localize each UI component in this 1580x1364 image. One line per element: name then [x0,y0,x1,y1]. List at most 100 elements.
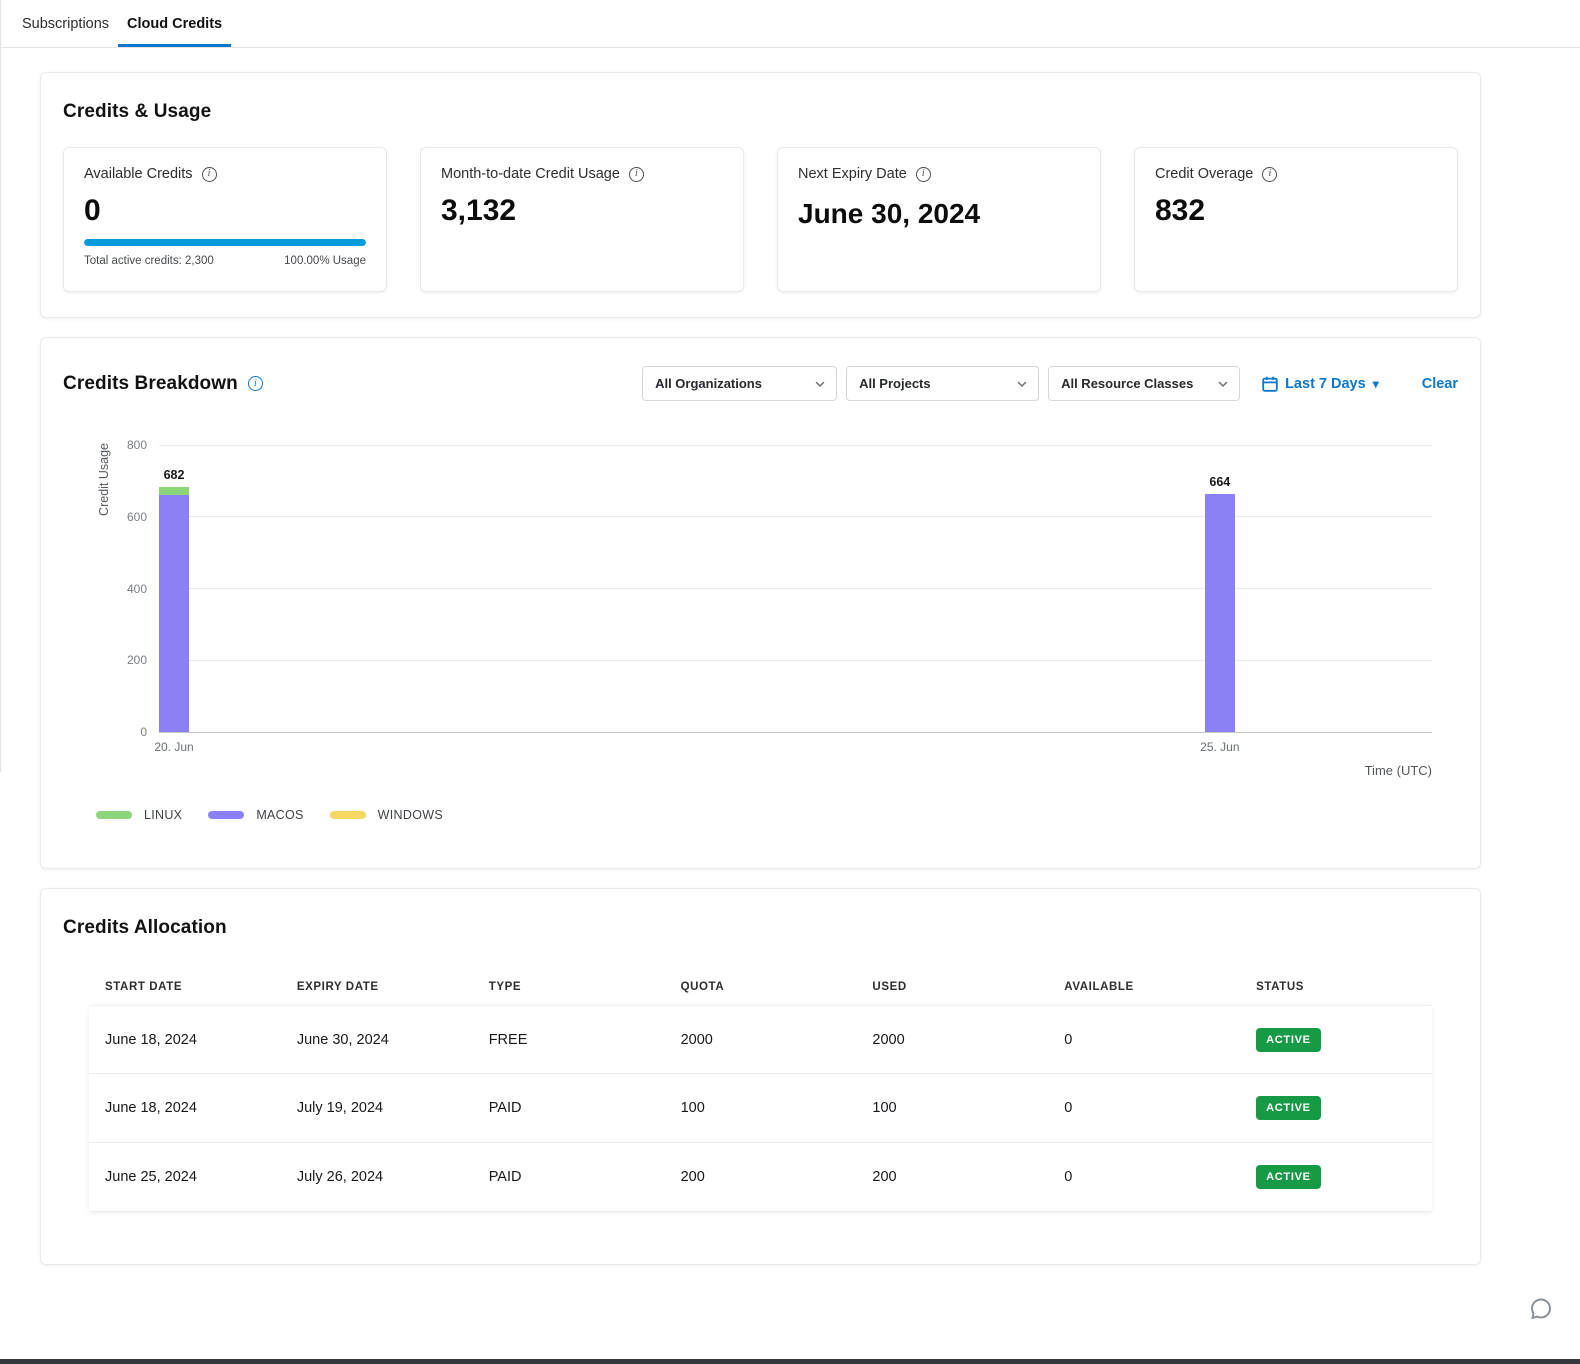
date-range-value: Last 7 Days [1285,376,1366,392]
cell-quota: 200 [665,1169,857,1185]
table-row: June 18, 2024 June 30, 2024 FREE 2000 20… [89,1005,1432,1074]
status-badge: ACTIVE [1256,1028,1321,1052]
chart-legend: LINUX MACOS WINDOWS [96,808,1458,822]
available-credits-card: Available Credits 0 Total active credits… [63,147,387,292]
credit-usage-chart: Credit Usage 0200400600800682664 20. Jun… [159,445,1432,778]
gridline [159,516,1432,517]
table-row: June 25, 2024 July 26, 2024 PAID 200 200… [89,1143,1432,1212]
status-badge: ACTIVE [1256,1096,1321,1120]
cell-available: 0 [1048,1100,1240,1116]
mtd-usage-card: Month-to-date Credit Usage 3,132 [420,147,744,292]
chart-y-axis-label: Credit Usage [97,443,111,516]
table-row: June 18, 2024 July 19, 2024 PAID 100 100… [89,1074,1432,1143]
tab-subscriptions[interactable]: Subscriptions [13,0,118,47]
info-icon[interactable] [1262,167,1277,182]
caret-down-icon: ▾ [1373,378,1379,390]
chart-x-axis: 20. Jun25. Jun [159,733,1432,753]
y-tick-label: 800 [127,438,147,452]
bar-segment-linux [159,487,189,495]
breakdown-filters: All Organizations All Projects All Resou… [642,366,1458,401]
total-active-credits-text: Total active credits: 2,300 [84,255,214,267]
info-icon[interactable] [916,167,931,182]
tab-cloud-credits[interactable]: Cloud Credits [118,0,231,47]
allocation-table-header: START DATE EXPIRY DATE TYPE QUOTA USED A… [89,969,1432,1005]
legend-item-linux[interactable]: LINUX [96,808,182,822]
organizations-filter[interactable]: All Organizations [642,366,837,401]
cell-used: 200 [856,1169,1048,1185]
mtd-usage-value: 3,132 [441,194,723,228]
cell-quota: 100 [665,1100,857,1116]
bottom-bar [0,1359,1580,1364]
macos-color-swatch [208,811,244,819]
usage-percent-text: 100.00% Usage [284,255,366,267]
clear-filters-link[interactable]: Clear [1422,376,1458,392]
cell-quota: 2000 [665,1032,857,1048]
info-icon[interactable] [629,167,644,182]
credits-usage-card: Credits & Usage Available Credits 0 Tota… [40,72,1481,318]
allocation-table: START DATE EXPIRY DATE TYPE QUOTA USED A… [89,969,1432,1212]
credits-progress-fill [84,239,366,246]
bar-segment-macos [159,495,189,732]
projects-filter-value: All Projects [859,376,931,391]
credit-overage-card: Credit Overage 832 [1134,147,1458,292]
chart-x-axis-label: Time (UTC) [159,763,1432,778]
next-expiry-card: Next Expiry Date June 30, 2024 [777,147,1101,292]
windows-color-swatch [330,811,366,819]
bar-total-label: 682 [164,468,185,482]
resource-classes-filter-value: All Resource Classes [1061,376,1193,391]
cell-expiry-date: July 26, 2024 [281,1169,473,1185]
allocation-table-body: June 18, 2024 June 30, 2024 FREE 2000 20… [89,1005,1432,1212]
organizations-filter-value: All Organizations [655,376,762,391]
cell-expiry-date: June 30, 2024 [281,1032,473,1048]
mtd-usage-label: Month-to-date Credit Usage [441,166,620,182]
info-icon[interactable] [248,376,263,391]
resource-classes-filter[interactable]: All Resource Classes [1048,366,1240,401]
credits-allocation-title: Credits Allocation [63,917,1458,939]
column-available: AVAILABLE [1048,969,1240,1005]
credits-breakdown-title: Credits Breakdown [63,373,238,395]
available-credits-value: 0 [84,194,366,228]
status-badge: ACTIVE [1256,1165,1321,1189]
chart-bar[interactable]: 664 [1205,494,1235,732]
legend-label-windows: WINDOWS [378,808,443,822]
page-left-border [0,0,1,772]
chevron-down-icon [1217,378,1229,390]
cell-available: 0 [1048,1169,1240,1185]
cell-used: 100 [856,1100,1048,1116]
chevron-down-icon [1016,378,1028,390]
y-tick-label: 0 [140,725,147,739]
credits-usage-title: Credits & Usage [63,101,1458,123]
column-quota: QUOTA [665,969,857,1005]
legend-item-windows[interactable]: WINDOWS [330,808,443,822]
credits-breakdown-card: Credits Breakdown All Organizations All … [40,337,1481,869]
cell-expiry-date: July 19, 2024 [281,1100,473,1116]
credit-overage-value: 832 [1155,194,1437,228]
y-tick-label: 200 [127,653,147,667]
x-tick-label: 25. Jun [1200,740,1239,754]
info-icon[interactable] [202,167,217,182]
legend-label-linux: LINUX [144,808,182,822]
projects-filter[interactable]: All Projects [846,366,1039,401]
next-expiry-label: Next Expiry Date [798,166,907,182]
main-content: Credits & Usage Available Credits 0 Tota… [0,48,1580,1265]
date-range-filter[interactable]: Last 7 Days ▾ [1262,376,1379,392]
y-tick-label: 400 [127,582,147,596]
chart-bar[interactable]: 682 [159,487,189,732]
cell-start-date: June 25, 2024 [89,1169,281,1185]
tab-bar: Subscriptions Cloud Credits [0,0,1580,48]
column-status: STATUS [1240,969,1432,1005]
stats-row: Available Credits 0 Total active credits… [63,147,1458,292]
chart-plot: 0200400600800682664 [159,445,1432,733]
cell-start-date: June 18, 2024 [89,1032,281,1048]
gridline [159,588,1432,589]
cell-available: 0 [1048,1032,1240,1048]
column-type: TYPE [473,969,665,1005]
column-expiry-date: EXPIRY DATE [281,969,473,1005]
feedback-icon[interactable] [1528,1296,1554,1322]
cell-type: PAID [473,1169,665,1185]
bar-total-label: 664 [1209,475,1230,489]
chevron-down-icon [814,378,826,390]
legend-item-macos[interactable]: MACOS [208,808,303,822]
column-start-date: START DATE [89,969,281,1005]
y-tick-label: 600 [127,510,147,524]
